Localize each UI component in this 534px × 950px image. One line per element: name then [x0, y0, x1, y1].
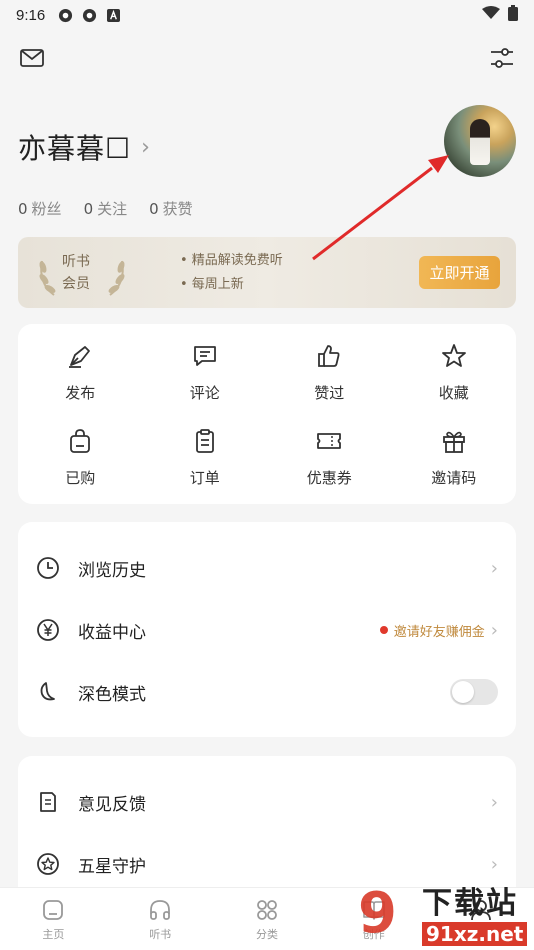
earnings-hint: 邀请好友赚佣金 — [393, 624, 485, 640]
home-icon — [40, 897, 66, 923]
list-item-dark-mode: 深色模式 — [18, 661, 516, 723]
feedback-icon — [36, 790, 60, 814]
stat-label: 粉丝 — [31, 200, 62, 218]
username: 亦暮暮☐ — [18, 132, 132, 165]
top-toolbar — [18, 44, 516, 72]
vip-title-line1: 听书 — [62, 254, 90, 270]
stat-number: 0 — [83, 200, 94, 218]
profile-header: 亦暮暮☐ › — [18, 105, 516, 185]
vip-bullets: • 精品解读免费听 • 每周上新 — [180, 249, 283, 297]
settings-list-card: 浏览历史 › 收益中心 邀请好友赚佣金 › 深色模式 — [18, 522, 516, 737]
grid-label: 优惠券 — [306, 469, 352, 487]
watermark-mark: 9 — [358, 881, 397, 946]
status-time: 9:16 — [16, 6, 46, 24]
watermark-title: 下载站 — [422, 886, 518, 921]
vip-title-line2: 会员 — [62, 276, 90, 292]
wifi-icon — [482, 6, 500, 24]
grid-item-favorites[interactable]: 收藏 — [392, 342, 517, 427]
activate-vip-button[interactable]: 立即开通 — [419, 256, 500, 289]
star-badge-icon — [36, 852, 60, 876]
chevron-right-icon: › — [490, 619, 498, 641]
nav-home[interactable]: 主页 — [0, 888, 107, 950]
nav-label: 分类 — [255, 927, 278, 941]
headphones-icon — [147, 897, 173, 923]
stat-number: 0 — [149, 200, 159, 218]
vip-bullet: • 精品解读免费听 — [180, 253, 283, 268]
chevron-right-icon: › — [490, 791, 498, 813]
star-icon — [440, 342, 468, 370]
list-label: 五星守护 — [78, 856, 146, 877]
a-notification-icon — [105, 7, 121, 23]
vip-bullet: • 每周上新 — [180, 277, 244, 292]
list-label: 浏览历史 — [78, 560, 146, 581]
support-list-card: 意见反馈 › 五星守护 › — [18, 756, 516, 906]
list-label: 深色模式 — [78, 684, 146, 705]
watermark-logo: 9 下载站 91xz.net — [358, 886, 528, 948]
chevron-right-icon: › — [490, 557, 498, 579]
grid-item-invite-code[interactable]: 邀请码 — [392, 427, 517, 512]
list-item-history[interactable]: 浏览历史 › — [18, 537, 516, 599]
clock-icon — [36, 556, 60, 580]
avatar[interactable] — [444, 105, 516, 177]
grid-item-liked[interactable]: 赞过 — [267, 342, 392, 427]
moon-icon — [36, 680, 60, 704]
gift-icon — [440, 427, 468, 455]
chevron-right-icon: › — [141, 134, 150, 160]
grid-label: 已购 — [65, 469, 96, 487]
list-item-feedback[interactable]: 意见反馈 › — [18, 771, 516, 833]
grid-label: 评论 — [189, 384, 220, 402]
list-item-earnings[interactable]: 收益中心 邀请好友赚佣金 › — [18, 599, 516, 661]
nav-label: 听书 — [149, 927, 172, 941]
avatar-figure — [470, 119, 490, 165]
dark-mode-toggle[interactable] — [450, 679, 498, 705]
stats-row: 0 粉丝 0 关注 0 获赞 — [18, 198, 193, 219]
toggle-knob — [452, 681, 474, 703]
nav-category[interactable]: 分类 — [214, 888, 321, 950]
settings-sliders-icon[interactable] — [488, 44, 516, 72]
grid-label: 赞过 — [314, 384, 345, 402]
grid-label: 发布 — [65, 384, 96, 402]
clipboard-icon — [191, 427, 219, 455]
grid-label: 订单 — [189, 469, 220, 487]
shortcut-grid-card: 发布 评论 赞过 收藏 已购 订单 优惠券 邀请码 — [18, 324, 516, 504]
grid-label: 邀请码 — [431, 469, 477, 487]
vip-title: 听书 会员 — [58, 251, 94, 295]
watermark-url: 91xz.net — [422, 922, 528, 946]
notification-dot — [379, 626, 388, 634]
grid-item-purchased[interactable]: 已购 — [18, 427, 143, 512]
stat-label: 关注 — [97, 200, 128, 218]
pen-icon — [66, 342, 94, 370]
stat-likes[interactable]: 0 获赞 — [149, 198, 193, 219]
battery-icon — [508, 5, 518, 25]
mail-icon[interactable] — [18, 44, 46, 72]
app-notification-icon — [57, 7, 73, 23]
bag-icon — [66, 427, 94, 455]
chevron-right-icon: › — [490, 853, 498, 875]
username-row[interactable]: 亦暮暮☐ › — [18, 127, 150, 167]
stat-label: 获赞 — [162, 200, 193, 218]
grid-item-coupons[interactable]: 优惠券 — [267, 427, 392, 512]
list-label: 意见反馈 — [78, 794, 146, 815]
thumbs-up-icon — [315, 342, 343, 370]
grid-item-publish[interactable]: 发布 — [18, 342, 143, 427]
yen-icon — [36, 618, 60, 642]
ticket-icon — [315, 427, 343, 455]
stat-fans[interactable]: 0 粉丝 — [18, 198, 62, 219]
grid-item-comment[interactable]: 评论 — [143, 342, 268, 427]
status-bar: 9:16 — [0, 0, 534, 30]
category-icon — [254, 897, 280, 923]
app-notification-icon — [81, 7, 97, 23]
stat-number: 0 — [18, 200, 28, 218]
list-label: 收益中心 — [78, 622, 146, 643]
vip-banner[interactable]: 听书 会员 • 精品解读免费听 • 每周上新 立即开通 — [18, 237, 516, 308]
nav-audiobook[interactable]: 听书 — [107, 888, 214, 950]
stat-following[interactable]: 0 关注 — [84, 198, 128, 219]
grid-label: 收藏 — [438, 384, 469, 402]
grid-item-orders[interactable]: 订单 — [143, 427, 268, 512]
nav-label: 主页 — [42, 927, 65, 941]
comment-icon — [191, 342, 219, 370]
